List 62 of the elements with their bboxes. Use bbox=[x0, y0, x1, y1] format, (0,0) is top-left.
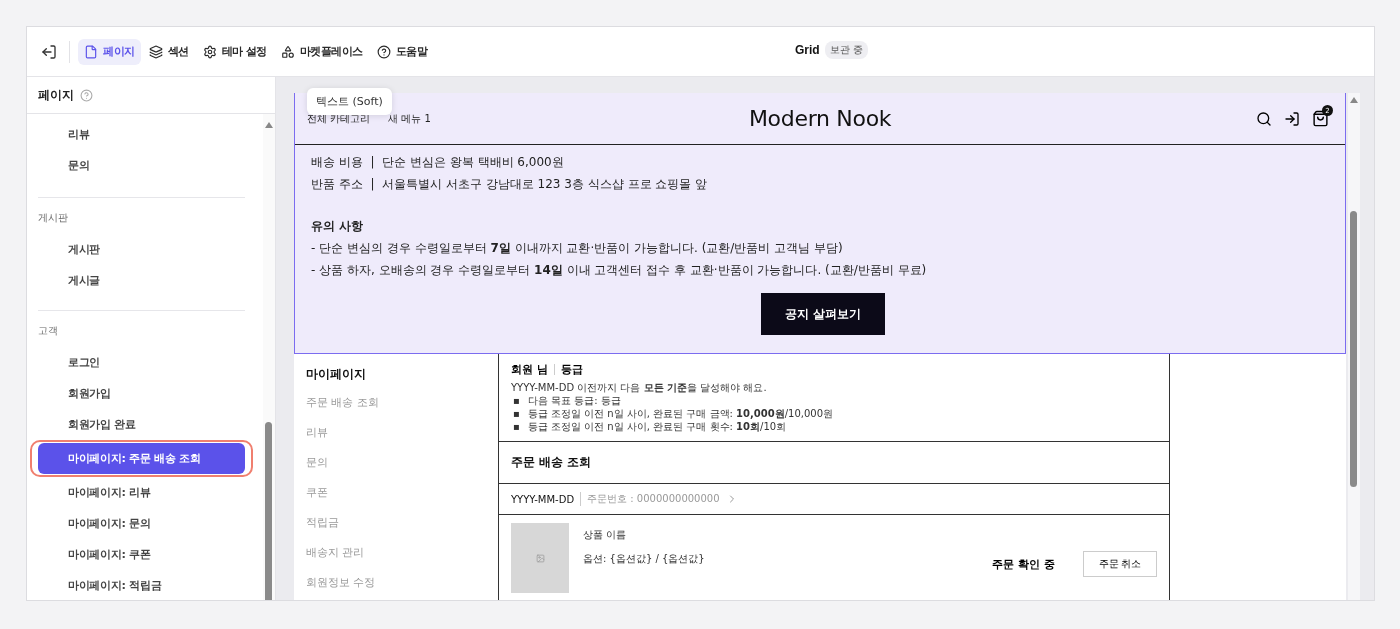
toolbar-tab[interactable]: 테마 설정 bbox=[196, 38, 273, 65]
toolbar-tab[interactable]: 도움말 bbox=[370, 38, 434, 65]
tooltip: 텍스트 (Soft) bbox=[307, 88, 392, 115]
help-icon[interactable] bbox=[80, 88, 93, 102]
orders-title: 주문 배송 조회 bbox=[511, 454, 593, 471]
page-item[interactable]: 리뷰 bbox=[38, 119, 245, 150]
page-item[interactable]: 마이페이지: 주문 배송 조회 bbox=[38, 443, 245, 474]
grade-criterion: 등급 조정일 이전 n일 사이, 완료된 구매 횟수: 10회/10회 bbox=[527, 420, 787, 433]
grade-intro: YYYY-MM-DD 이전까지 다음 모든 기준을 달성해야 해요. bbox=[511, 381, 768, 394]
toolbar-tab[interactable]: 마켓플레이스 bbox=[274, 38, 369, 65]
page-item[interactable]: 마이페이지: 리뷰 bbox=[38, 477, 245, 508]
page-item[interactable]: 로그인 bbox=[38, 347, 245, 378]
page-item[interactable]: 회원가입 bbox=[38, 378, 245, 409]
notice-line: 배송 비용 | 단순 변심은 왕복 택배비 6,000원 bbox=[311, 154, 565, 171]
grade-criterion: 다음 목표 등급: 등급 bbox=[527, 394, 621, 407]
notice-line: - 상품 하자, 오배송의 경우 수령일로부터 14일 이내 고객센터 접수 후 교환·반품이 가능합니다. (교환/반품비 무료) bbox=[311, 262, 928, 279]
notice-line: - 단순 변심의 경우 수령일로부터 7일 이내까지 교환·반품이 가능합니다. (교환/반품비 고객님 부담) bbox=[311, 240, 844, 257]
bag-icon[interactable] bbox=[1312, 110, 1329, 127]
mypage-title: 마이페이지 bbox=[306, 366, 367, 383]
product-option: 옵션: {옵션값} / {옵션값} bbox=[583, 547, 979, 571]
group-label: 고객 bbox=[38, 324, 59, 338]
bullet-marker: ▪ bbox=[513, 420, 520, 433]
page-item[interactable]: 게시판 bbox=[38, 234, 245, 265]
toolbar-tab[interactable]: 페이지 bbox=[78, 38, 141, 65]
exit-icon bbox=[41, 43, 57, 60]
page-item[interactable]: 마이페이지: 적립금 bbox=[38, 570, 245, 600]
scroll-up-icon[interactable] bbox=[1350, 97, 1358, 103]
order-date: YYYY-MM-DD bbox=[511, 493, 575, 505]
help-icon bbox=[376, 44, 391, 59]
notice-line: 반품 주소 | 서울특별시 서초구 강남대로 123 3층 식스샵 프로 쇼핑몰 앞 bbox=[311, 176, 709, 193]
status-badge: 보관 중 bbox=[824, 41, 868, 59]
order-number: 주문번호 : 0000000000000 bbox=[580, 492, 720, 506]
group-label: 게시판 bbox=[38, 211, 69, 225]
notice-section[interactable] bbox=[294, 93, 1346, 354]
product-name: 상품 이름 bbox=[583, 528, 628, 542]
layers-icon bbox=[148, 44, 163, 59]
page-item[interactable]: 마이페이지: 쿠폰 bbox=[38, 539, 245, 570]
shapes-icon bbox=[280, 44, 295, 59]
scrollbar-thumb[interactable] bbox=[265, 422, 272, 600]
bullet-marker: ▪ bbox=[513, 394, 520, 407]
search-icon[interactable] bbox=[1256, 110, 1272, 127]
logo: Modern Nook bbox=[748, 106, 892, 131]
grade-criterion: 등급 조정일 이전 n일 사이, 완료된 구매 금액: 10,000원/10,000원 bbox=[527, 407, 834, 420]
member-grade: 등급 bbox=[560, 362, 583, 377]
page-item[interactable]: 게시글 bbox=[38, 265, 245, 296]
page-item[interactable]: 마이페이지: 문의 bbox=[38, 508, 245, 539]
file-icon bbox=[84, 44, 98, 59]
login-icon[interactable] bbox=[1284, 110, 1300, 127]
notice-button[interactable]: 공지 살펴보기 bbox=[761, 293, 885, 335]
cancel-order-button[interactable]: 주문 취소 bbox=[1083, 551, 1157, 577]
settings-icon bbox=[202, 44, 217, 59]
site-name: Grid bbox=[795, 43, 820, 57]
scrollbar-thumb[interactable] bbox=[1350, 211, 1357, 487]
page-item[interactable]: 문의 bbox=[38, 150, 245, 181]
bullet-marker: ▪ bbox=[513, 407, 520, 420]
order-status: 주문 확인 중 bbox=[992, 556, 1055, 572]
image-icon bbox=[535, 553, 545, 563]
member-name: 회원 님 bbox=[511, 362, 548, 377]
notice-heading: 유의 사항 bbox=[311, 218, 365, 235]
page-item[interactable]: 회원가입 완료 bbox=[38, 409, 245, 440]
toolbar-tab[interactable]: 섹션 bbox=[142, 38, 195, 65]
sidebar-title: 페이지 bbox=[38, 86, 74, 104]
